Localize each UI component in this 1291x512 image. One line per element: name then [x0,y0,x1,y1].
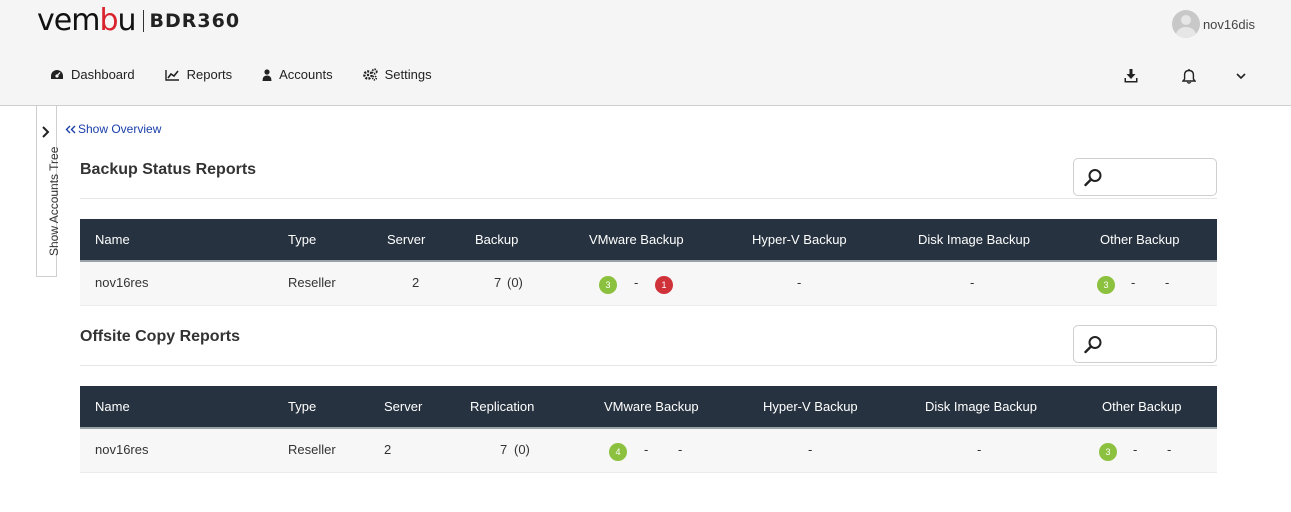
column-header[interactable]: Backup [475,219,518,260]
column-header[interactable]: Hyper-V Backup [752,219,847,260]
vmware-success-badge[interactable]: 4 [609,443,627,461]
cell-disk-image: - [970,275,975,290]
chart-icon [164,69,179,81]
cell-name[interactable]: nov16res [95,429,148,471]
nav-label: Dashboard [71,67,135,82]
other-end-value: - [1165,275,1170,290]
column-header[interactable]: Other Backup [1102,386,1182,427]
cell-type: Reseller [288,442,336,457]
divider [80,198,1217,199]
vembu-logo[interactable]: vembu BDR360 [37,4,240,38]
other-mid-value: - [1133,442,1138,457]
column-header[interactable]: Disk Image Backup [925,386,1037,427]
table-header: Name Type Server Replication VMware Back… [80,386,1217,429]
offsite-copy-table: Name Type Server Replication VMware Back… [80,386,1217,473]
other-success-badge[interactable]: 3 [1099,443,1117,461]
other-success-badge[interactable]: 3 [1097,276,1115,294]
column-header[interactable]: Type [288,219,316,260]
other-mid-value: - [1131,275,1136,290]
cell-replication-failed[interactable]: (0) [514,429,530,471]
column-header[interactable]: Name [95,219,130,260]
offsite-copy-search[interactable] [1073,325,1217,363]
backward-icon [65,125,76,133]
vmware-failed-badge[interactable]: 1 [655,276,673,294]
column-header[interactable]: VMware Backup [589,219,684,260]
divider [80,365,1217,366]
cell-type: Reseller [288,275,336,290]
accounts-tree-toggle[interactable]: Show Accounts Tree [36,106,61,277]
column-header[interactable]: VMware Backup [604,386,699,427]
column-header[interactable]: Server [384,386,422,427]
cell-server[interactable]: 2 [412,262,419,304]
logo-wordmark: vembu [37,3,137,38]
chevron-right-icon [42,126,50,138]
backup-status-table: Name Type Server Backup VMware Backup Hy… [80,219,1217,306]
gears-icon [362,68,378,81]
cell-hyperv: - [808,442,813,457]
other-end-value: - [1167,442,1172,457]
nav-item-settings[interactable]: Settings [362,67,432,82]
column-header[interactable]: Type [288,386,316,427]
cell-replication[interactable]: 7 [500,429,507,471]
download-icon [1124,69,1138,83]
cell-backup[interactable]: 7 [494,262,501,304]
logo-divider [142,10,144,32]
vmware-mid-value: - [644,442,649,457]
cell-disk-image: - [977,442,982,457]
chevron-down-icon [1236,72,1246,79]
vmware-success-badge[interactable]: 3 [599,276,617,294]
cell-backup-failed[interactable]: (0) [507,262,523,304]
app-header: vembu BDR360 nov16dis Dashboard Reports … [0,0,1291,106]
table-row[interactable]: nov16res Reseller 2 7 (0) 4 - - - - 3 - … [80,429,1217,473]
nav-label: Accounts [279,67,333,82]
show-overview-link[interactable]: Show Overview [65,122,161,136]
nav-item-dashboard[interactable]: Dashboard [50,67,135,82]
show-overview-label: Show Overview [78,122,162,136]
user-dropdown-button[interactable] [1231,66,1251,86]
user-icon [262,68,272,81]
table-header: Name Type Server Backup VMware Backup Hy… [80,219,1217,262]
vmware-end-value: - [678,442,683,457]
avatar[interactable] [1171,10,1200,38]
backup-status-search-input[interactable] [1108,167,1208,187]
nav-label: Reports [186,67,233,82]
offsite-copy-title: Offsite Copy Reports [80,328,241,345]
main-nav: Dashboard Reports Accounts Settings [50,67,462,82]
table-row[interactable]: nov16res Reseller 2 7 (0) 3 - 1 - - 3 - … [80,262,1217,306]
bell-icon [1182,68,1196,84]
nav-label: Settings [384,67,432,82]
column-header[interactable]: Name [95,386,130,427]
download-button[interactable] [1121,66,1141,86]
user-menu[interactable]: nov16dis [1171,10,1255,38]
dashboard-icon [51,69,63,79]
vmware-mid-value: - [634,275,639,290]
username: nov16dis [1202,16,1255,32]
nav-item-reports[interactable]: Reports [164,67,233,82]
column-header[interactable]: Disk Image Backup [918,219,1030,260]
cell-hyperv: - [797,275,802,290]
header-actions [1121,66,1251,86]
backup-status-search[interactable] [1073,158,1217,196]
search-icon [1084,169,1102,187]
notifications-button[interactable] [1179,66,1199,86]
backup-status-title: Backup Status Reports [80,161,257,178]
product-name: BDR360 [149,10,241,32]
offsite-copy-search-input[interactable] [1108,334,1208,354]
cell-name[interactable]: nov16res [95,262,148,304]
column-header[interactable]: Other Backup [1100,219,1180,260]
column-header[interactable]: Replication [470,386,534,427]
nav-item-accounts[interactable]: Accounts [262,67,333,82]
column-header[interactable]: Hyper-V Backup [763,386,858,427]
column-header[interactable]: Server [387,219,425,260]
accounts-tree-label: Show Accounts Tree [47,146,61,256]
search-icon [1084,336,1102,354]
cell-server[interactable]: 2 [384,429,391,471]
